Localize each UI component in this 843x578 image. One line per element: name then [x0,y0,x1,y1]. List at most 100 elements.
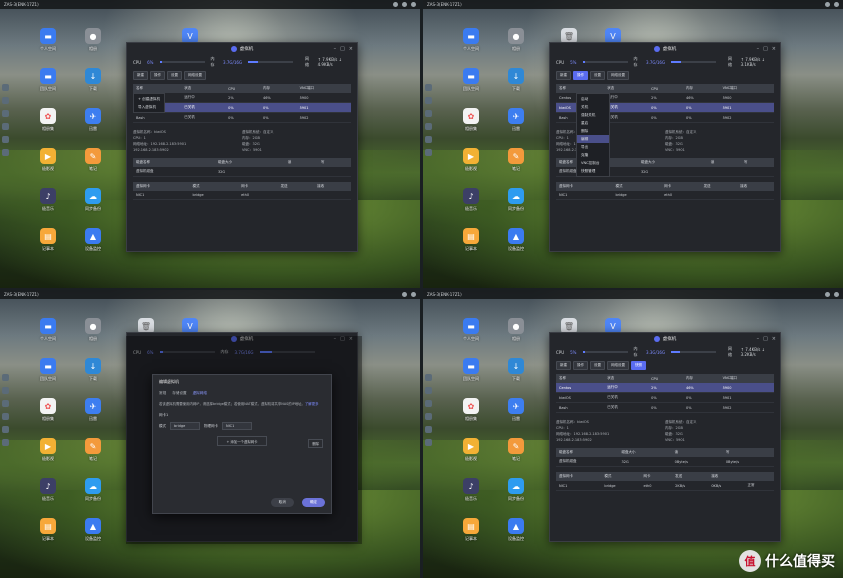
settings-button[interactable]: 设置 [167,71,182,80]
app-photos[interactable]: ✿ 相册集 [453,398,489,422]
app-thunder[interactable]: ✈ 迅雷 [498,108,534,132]
dock-item-icon[interactable] [2,149,9,156]
app-notepad[interactable]: ▤ 记事本 [453,228,489,252]
notification-icon[interactable] [402,2,407,7]
app-thunder[interactable]: ✈ 迅雷 [75,108,111,132]
close-icon[interactable]: × [349,46,353,52]
app-notes[interactable]: ✎ 笔记 [498,438,534,462]
network-button[interactable]: 网络设置 [184,71,206,80]
settings-button[interactable]: 设置 [590,71,605,80]
app-thunder[interactable]: ✈ 迅雷 [498,398,534,422]
add-nic-button[interactable]: + 添加一个虚拟网卡 [217,436,267,446]
network-button[interactable]: 网络设置 [607,361,629,370]
app-personal-space[interactable]: ▬ 个人空间 [453,28,489,52]
menu-item[interactable]: 删除 [577,127,609,135]
app-photos[interactable]: ✿ 相册集 [453,108,489,132]
app-notes[interactable]: ✎ 笔记 [498,148,534,172]
table-row[interactable]: Bash 已关机 0% 0% 5902 [556,402,774,413]
menu-item[interactable]: 克隆 [577,151,609,159]
tab-network[interactable]: 虚拟网络 [193,391,207,396]
app-download[interactable]: ↓ 下载 [75,68,111,92]
app-download[interactable]: ↓ 下载 [498,358,534,382]
cancel-button[interactable]: 取消 [270,498,294,507]
app-team-space[interactable]: ▬ 团队空间 [30,358,66,382]
table-row[interactable]: Bash 已关机 0% 0% 5902 [133,112,351,123]
app-download[interactable]: ↓ 下载 [498,68,534,92]
nic-select[interactable]: NIC1 [222,422,252,430]
action-button[interactable]: 操作 [573,361,588,370]
table-row[interactable]: kiwiOS已关机0%0%5901 [556,392,774,403]
search-icon[interactable] [825,2,830,7]
minimize-icon[interactable]: – [757,46,760,52]
tab-general[interactable]: 常规 [159,391,166,396]
delete-nic-button[interactable]: 删除 [308,439,323,448]
menu-item[interactable]: 快照管理 [577,167,609,175]
table-row[interactable]: kiwiOS已关机0%0%5901 [133,102,351,113]
app-team-space[interactable]: ▬ 团队空间 [453,358,489,382]
app-thunder[interactable]: ✈ 迅雷 [75,398,111,422]
network-button[interactable]: 网络设置 [607,71,629,80]
menu-item[interactable]: 关机 [577,103,609,111]
app-photos[interactable]: ✿ 相册集 [30,108,66,132]
app-video[interactable]: ▶ 极影视 [453,438,489,462]
app-notepad[interactable]: ▤ 记事本 [30,228,66,252]
app-video[interactable]: ▶ 极影视 [453,148,489,172]
maximize-icon[interactable]: □ [763,336,768,342]
menu-item[interactable]: 强制关机 [577,111,609,119]
app-notepad[interactable]: ▤ 记事本 [453,518,489,542]
table-row[interactable]: Centos运行中2%46%5900 [556,383,774,393]
new-button[interactable]: 新建 [556,71,571,80]
close-icon[interactable]: × [772,336,776,342]
table-row[interactable]: Centos运行中2%46%5900 [133,93,351,103]
app-backup[interactable]: ☁ 同步备份 [498,478,534,502]
app-music[interactable]: ♪ 极音乐 [30,188,66,212]
maximize-icon[interactable]: □ [763,46,768,52]
menu-item[interactable]: 启动 [577,95,609,103]
app-monitor[interactable]: ▲ 设备监控 [75,228,111,252]
app-music[interactable]: ♪ 极音乐 [30,478,66,502]
app-download[interactable]: ↓ 下载 [75,358,111,382]
app-team-space[interactable]: ▬ 团队空间 [453,68,489,92]
menu-item[interactable]: 编辑 [577,135,609,143]
notification-icon[interactable] [411,292,416,297]
menu-item-import[interactable]: 导入虚拟机 [134,103,164,111]
user-icon[interactable] [411,2,416,7]
app-music[interactable]: ♪ 极音乐 [453,188,489,212]
app-personal-space[interactable]: ▬ 个人空间 [453,318,489,342]
app-personal-space[interactable]: ▬ 个人空间 [30,28,66,52]
app-video[interactable]: ▶ 极影视 [30,438,66,462]
app-monitor[interactable]: ▲ 设备监控 [498,518,534,542]
learn-more-link[interactable]: 了解更多 [305,402,319,406]
maximize-icon[interactable]: □ [340,46,345,52]
new-button[interactable]: 新建 [133,71,148,80]
app-personal-space[interactable]: ▬ 个人空间 [30,318,66,342]
dock-item-icon[interactable] [2,110,9,117]
dock-item-icon[interactable] [2,123,9,130]
app-notes[interactable]: ✎ 笔记 [75,438,111,462]
menu-item[interactable]: 重启 [577,119,609,127]
notification-icon[interactable] [834,292,839,297]
action-button[interactable]: 操作 [150,71,165,80]
app-camera[interactable]: ● 相册 [75,28,111,52]
app-photos[interactable]: ✿ 相册集 [30,398,66,422]
minimize-icon[interactable]: – [334,46,337,52]
app-music[interactable]: ♪ 极音乐 [453,478,489,502]
search-icon[interactable] [393,2,398,7]
app-notepad[interactable]: ▤ 记事本 [30,518,66,542]
dock-item-icon[interactable] [2,84,9,91]
action-button[interactable]: 操作 [573,71,588,80]
minimize-icon[interactable]: – [757,336,760,342]
mode-select[interactable]: bridge [170,422,200,430]
app-camera[interactable]: ● 相册 [498,318,534,342]
new-button[interactable]: 新建 [556,361,571,370]
app-video[interactable]: ▶ 极影视 [30,148,66,172]
dock-item-icon[interactable] [2,136,9,143]
menu-item[interactable]: VNC控制台 [577,159,609,167]
search-icon[interactable] [825,292,830,297]
tab-storage[interactable]: 存储设置 [172,391,186,396]
app-monitor[interactable]: ▲ 设备监控 [498,228,534,252]
app-camera[interactable]: ● 相册 [75,318,111,342]
app-monitor[interactable]: ▲ 设备监控 [75,518,111,542]
dock-item-icon[interactable] [2,97,9,104]
snapshot-button[interactable]: 快照 [631,361,646,370]
